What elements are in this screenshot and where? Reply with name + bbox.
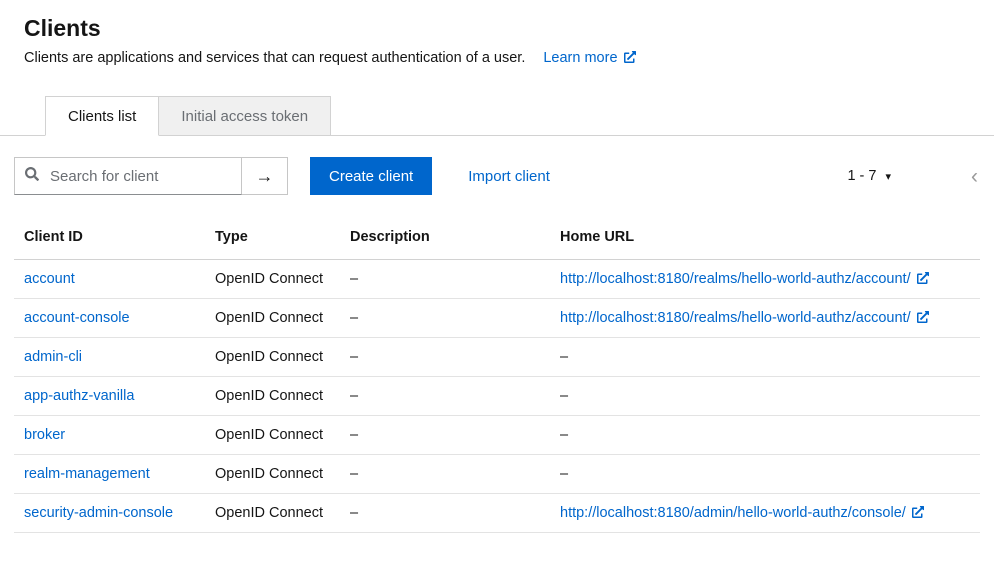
client-id-link[interactable]: account-console [24, 310, 130, 326]
home-url-cell: – [560, 416, 980, 455]
external-link-icon [917, 271, 929, 287]
home-url-link[interactable]: http://localhost:8180/realms/hello-world… [560, 310, 929, 326]
tab-clients-list-label: Clients list [68, 108, 136, 125]
pagination: 1 - 7 ▾ ‹ [839, 162, 988, 190]
external-link-icon [624, 48, 636, 68]
import-client-link[interactable]: Import client [468, 168, 550, 185]
column-header-home-url: Home URL [560, 215, 980, 260]
client-description-cell: – [350, 299, 560, 338]
table-row: broker OpenID Connect – – [14, 416, 980, 455]
search-icon [25, 167, 39, 186]
client-id-link[interactable]: security-admin-console [24, 505, 173, 521]
table-header-row: Client ID Type Description Home URL [14, 215, 980, 260]
client-type-cell: OpenID Connect [215, 377, 350, 416]
home-url-link[interactable]: http://localhost:8180/admin/hello-world-… [560, 505, 924, 521]
table-row: account OpenID Connect – http://localhos… [14, 260, 980, 299]
external-link-icon [917, 310, 929, 326]
home-url-cell: – [560, 377, 980, 416]
table-row: realm-management OpenID Connect – – [14, 455, 980, 494]
search-submit-button[interactable]: → [242, 157, 288, 195]
search-input[interactable] [48, 167, 231, 186]
client-id-link[interactable]: admin-cli [24, 349, 82, 365]
home-url-text: http://localhost:8180/realms/hello-world… [560, 271, 911, 287]
pagination-toggle[interactable]: 1 - 7 ▾ [839, 162, 899, 190]
client-type-cell: OpenID Connect [215, 416, 350, 455]
client-type-cell: OpenID Connect [215, 299, 350, 338]
tab-initial-access-token[interactable]: Initial access token [159, 96, 331, 136]
prev-page-button[interactable]: ‹ [961, 166, 988, 187]
client-id-link[interactable]: app-authz-vanilla [24, 388, 134, 404]
table-row: security-admin-console OpenID Connect – … [14, 494, 980, 533]
home-url-link[interactable]: http://localhost:8180/realms/hello-world… [560, 271, 929, 287]
table-row: account-console OpenID Connect – http://… [14, 299, 980, 338]
create-client-button[interactable]: Create client [310, 157, 432, 195]
caret-down-icon: ▾ [885, 170, 891, 183]
client-type-cell: OpenID Connect [215, 455, 350, 494]
column-header-type: Type [215, 215, 350, 260]
tabs: Clients list Initial access token [0, 96, 994, 136]
client-description-cell: – [350, 416, 560, 455]
external-link-icon [912, 505, 924, 521]
learn-more-label: Learn more [543, 50, 617, 66]
learn-more-link[interactable]: Learn more [543, 50, 635, 66]
client-type-cell: OpenID Connect [215, 338, 350, 377]
column-header-client-id: Client ID [14, 215, 215, 260]
chevron-left-icon: ‹ [971, 165, 978, 188]
column-header-description: Description [350, 215, 560, 260]
clients-table: Client ID Type Description Home URL acco… [14, 215, 980, 533]
client-description-cell: – [350, 377, 560, 416]
client-type-cell: OpenID Connect [215, 260, 350, 299]
tab-clients-list[interactable]: Clients list [45, 96, 159, 136]
page-title: Clients [24, 14, 994, 42]
table-row: app-authz-vanilla OpenID Connect – – [14, 377, 980, 416]
client-type-cell: OpenID Connect [215, 494, 350, 533]
page-description: Clients are applications and services th… [24, 50, 525, 66]
home-url-text: http://localhost:8180/realms/hello-world… [560, 310, 911, 326]
client-description-cell: – [350, 260, 560, 299]
client-id-link[interactable]: account [24, 271, 75, 287]
client-description-cell: – [350, 494, 560, 533]
toolbar: → Create client Import client 1 - 7 ▾ ‹ [0, 136, 994, 215]
home-url-cell: – [560, 338, 980, 377]
client-description-cell: – [350, 455, 560, 494]
search-group: → [14, 157, 288, 195]
page-description-row: Clients are applications and services th… [24, 48, 970, 68]
home-url-cell: – [560, 455, 980, 494]
search-box [14, 157, 242, 195]
tab-initial-access-token-label: Initial access token [181, 108, 308, 125]
client-id-link[interactable]: realm-management [24, 466, 150, 482]
arrow-right-icon: → [256, 166, 274, 186]
client-description-cell: – [350, 338, 560, 377]
client-id-link[interactable]: broker [24, 427, 65, 443]
pagination-range: 1 - 7 [847, 168, 876, 184]
table-row: admin-cli OpenID Connect – – [14, 338, 980, 377]
home-url-text: http://localhost:8180/admin/hello-world-… [560, 505, 906, 521]
